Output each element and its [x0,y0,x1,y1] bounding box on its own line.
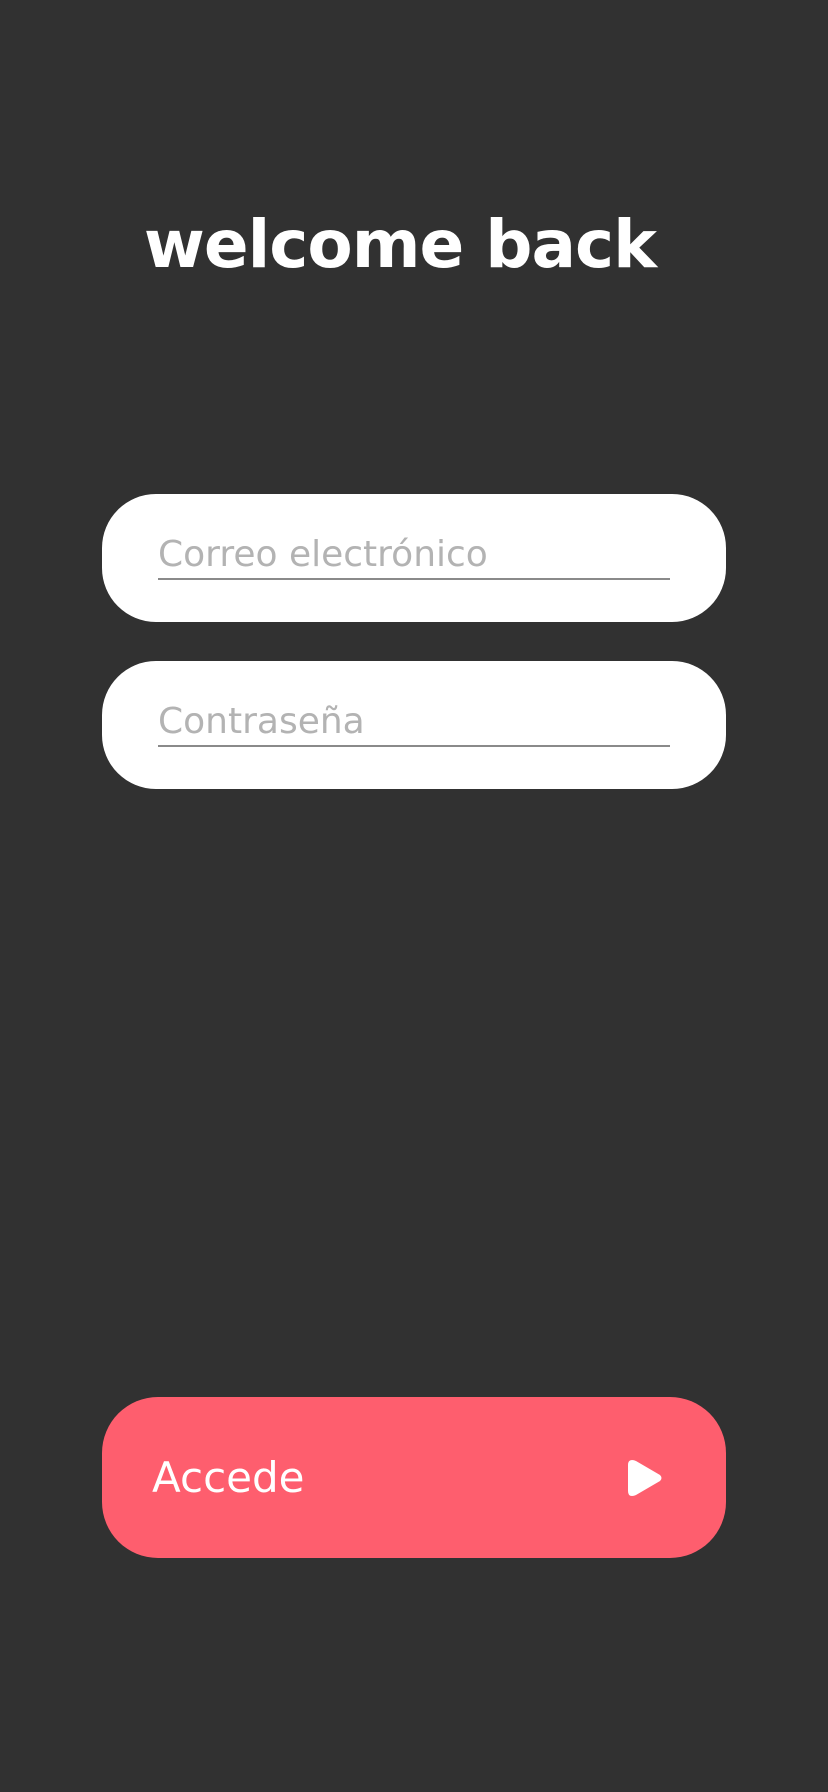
email-field-card [102,494,726,622]
password-field-card [102,661,726,789]
login-screen: welcome back Accede [0,0,828,1792]
submit-button[interactable]: Accede [102,1397,726,1558]
submit-button-label: Accede [152,1452,305,1502]
password-field[interactable] [158,699,670,747]
page-title: welcome back [143,206,657,283]
email-field[interactable] [158,532,670,580]
play-icon [628,1460,662,1496]
